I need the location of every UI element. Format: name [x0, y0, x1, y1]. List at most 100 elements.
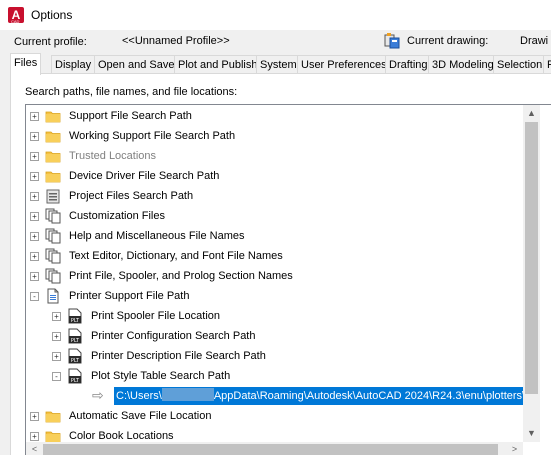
- tree-item-print-spooler-file-location[interactable]: + PLT Print Spooler File Location: [26, 306, 523, 326]
- drawing-icon: [384, 33, 400, 49]
- expand-icon[interactable]: +: [30, 272, 39, 281]
- horizontal-scrollbar[interactable]: < >: [26, 442, 523, 455]
- folder-icon: [45, 428, 61, 442]
- path-arrow-icon: ⇨: [92, 387, 104, 403]
- expand-icon[interactable]: +: [52, 332, 61, 341]
- tab-drafting[interactable]: Drafting: [385, 55, 432, 74]
- tab-plot-and-publish[interactable]: Plot and Publish: [174, 55, 262, 74]
- tree-item-working-support-file-search-path[interactable]: + Working Support File Search Path: [26, 126, 523, 146]
- title-bar: A CAD Options: [0, 0, 551, 30]
- vertical-scrollbar[interactable]: ▲ ▼: [523, 105, 540, 442]
- tab-selection[interactable]: Selection: [493, 55, 547, 74]
- expand-icon[interactable]: +: [30, 212, 39, 221]
- project-files-icon: [45, 188, 61, 204]
- expand-icon[interactable]: +: [30, 252, 39, 261]
- svg-text:PLT: PLT: [71, 358, 80, 364]
- tree-item-label: Printer Support File Path: [69, 290, 190, 302]
- expand-icon[interactable]: +: [30, 132, 39, 141]
- plt-file-icon: PLT: [67, 308, 83, 324]
- tree-item-label: Automatic Save File Location: [69, 410, 212, 422]
- tree-item-color-book-locations[interactable]: + Color Book Locations: [26, 426, 523, 442]
- collapse-icon[interactable]: -: [30, 292, 39, 301]
- folder-icon: [45, 108, 61, 124]
- tree-item-label: Color Book Locations: [69, 430, 174, 442]
- tree-item-support-file-search-path[interactable]: + Support File Search Path: [26, 106, 523, 126]
- tree-item-printer-description-file-search-path[interactable]: + PLT Printer Description File Search Path: [26, 346, 523, 366]
- tree-item-label: Trusted Locations: [69, 150, 157, 162]
- redacted-username: [161, 388, 214, 401]
- document-icon: [45, 288, 61, 304]
- selected-path-value[interactable]: C:\Users\ AppData\Roaming\Autodesk\AutoCA…: [114, 387, 523, 405]
- tree-item-label: Printer Configuration Search Path: [91, 330, 256, 342]
- folder-icon: [45, 128, 61, 144]
- tab-open-and-save[interactable]: Open and Save: [94, 55, 179, 74]
- svg-text:PLT: PLT: [71, 378, 80, 384]
- tree-item-printer-support-file-path[interactable]: - Printer Support File Path: [26, 286, 523, 306]
- tree-item-label: Support File Search Path: [69, 110, 192, 122]
- tree-item-label: Working Support File Search Path: [69, 130, 236, 142]
- tree-item-printer-configuration-search-path[interactable]: + PLT Printer Configuration Search Path: [26, 326, 523, 346]
- expand-icon[interactable]: +: [30, 412, 39, 421]
- tree-item-label: Print File, Spooler, and Prolog Section …: [69, 270, 293, 282]
- tab-display[interactable]: Display: [51, 55, 96, 74]
- expand-icon[interactable]: +: [30, 172, 39, 181]
- tree-item-label: Device Driver File Search Path: [69, 170, 220, 182]
- scroll-right-arrow[interactable]: >: [506, 441, 523, 455]
- tree-item-plot-style-table-search-path[interactable]: - PLT Plot Style Table Search Path: [26, 366, 523, 386]
- expand-icon[interactable]: +: [30, 432, 39, 441]
- tab-user-preferences[interactable]: User Preferences: [297, 55, 391, 74]
- plot-style-path-entry[interactable]: ⇨ C:\Users\ AppData\Roaming\Autodesk\AutoC…: [26, 386, 523, 406]
- window-title: Options: [31, 8, 73, 22]
- tree-item-text-editor-dictionary-and-font-file-names[interactable]: + Text Editor, Dictionary, and Font File …: [26, 246, 523, 266]
- tree-item-print-file-spooler-and-prolog-section-names[interactable]: + Print File, Spooler, and Prolog Section…: [26, 266, 523, 286]
- scroll-left-arrow[interactable]: <: [26, 441, 43, 455]
- tree-item-label: Text Editor, Dictionary, and Font File N…: [69, 250, 283, 262]
- tree-item-help-and-miscellaneous-file-names[interactable]: + Help and Miscellaneous File Names: [26, 226, 523, 246]
- tab-files[interactable]: Files: [10, 53, 42, 75]
- expand-icon[interactable]: +: [30, 152, 39, 161]
- current-drawing-label: Current drawing:: [407, 35, 489, 47]
- scroll-up-arrow[interactable]: ▲: [523, 105, 540, 122]
- tab-partial[interactable]: P: [543, 55, 551, 74]
- expand-icon[interactable]: +: [30, 192, 39, 201]
- svg-text:PLT: PLT: [71, 318, 80, 324]
- expand-icon[interactable]: +: [30, 112, 39, 121]
- tree-viewport: + Support File Search Path + Working Suppor…: [26, 105, 523, 442]
- expand-icon[interactable]: +: [52, 312, 61, 321]
- app-icon-caption: CAD: [11, 19, 20, 24]
- profile-row: Current profile: <<Unnamed Profile>> Cur…: [0, 30, 551, 52]
- tree-item-customization-files[interactable]: + Customization Files: [26, 206, 523, 226]
- scroll-down-arrow[interactable]: ▼: [523, 425, 540, 442]
- path-suffix: AppData\Roaming\Autodesk\AutoCAD 2024\R2…: [213, 390, 523, 402]
- options-tabs: Files Display Open and Save Plot and Pub…: [10, 53, 551, 75]
- file-stack-icon: [45, 208, 61, 224]
- collapse-icon[interactable]: -: [52, 372, 61, 381]
- tree-item-label: Project Files Search Path: [69, 190, 194, 202]
- tree-item-label: Printer Description File Search Path: [91, 350, 266, 362]
- tree-item-trusted-locations[interactable]: + Trusted Locations: [26, 146, 523, 166]
- plt-file-icon: PLT: [67, 328, 83, 344]
- horizontal-scroll-thumb[interactable]: [43, 444, 498, 455]
- file-stack-icon: [45, 248, 61, 264]
- file-locations-tree[interactable]: + Support File Search Path + Working Suppor…: [25, 104, 551, 455]
- tab-3d-modeling[interactable]: 3D Modeling: [428, 55, 498, 74]
- tree-item-label: Plot Style Table Search Path: [91, 370, 231, 382]
- tree-item-label: Customization Files: [69, 210, 165, 222]
- svg-text:PLT: PLT: [71, 338, 80, 344]
- current-profile-value: <<Unnamed Profile>>: [122, 35, 230, 47]
- tree-item-automatic-save-file-location[interactable]: + Automatic Save File Location: [26, 406, 523, 426]
- folder-icon: [45, 148, 61, 164]
- path-prefix: C:\Users\: [116, 390, 162, 402]
- current-profile-label: Current profile:: [14, 36, 87, 48]
- tab-system[interactable]: System: [256, 55, 301, 74]
- plt-file-icon: PLT: [67, 368, 83, 384]
- tree-item-label: Help and Miscellaneous File Names: [69, 230, 245, 242]
- tree-item-project-files-search-path[interactable]: + Project Files Search Path: [26, 186, 523, 206]
- vertical-scroll-thumb[interactable]: [525, 122, 538, 394]
- tree-item-label: Print Spooler File Location: [91, 310, 221, 322]
- tree-item-device-driver-file-search-path[interactable]: + Device Driver File Search Path: [26, 166, 523, 186]
- file-stack-icon: [45, 268, 61, 284]
- file-stack-icon: [45, 228, 61, 244]
- expand-icon[interactable]: +: [52, 352, 61, 361]
- expand-icon[interactable]: +: [30, 232, 39, 241]
